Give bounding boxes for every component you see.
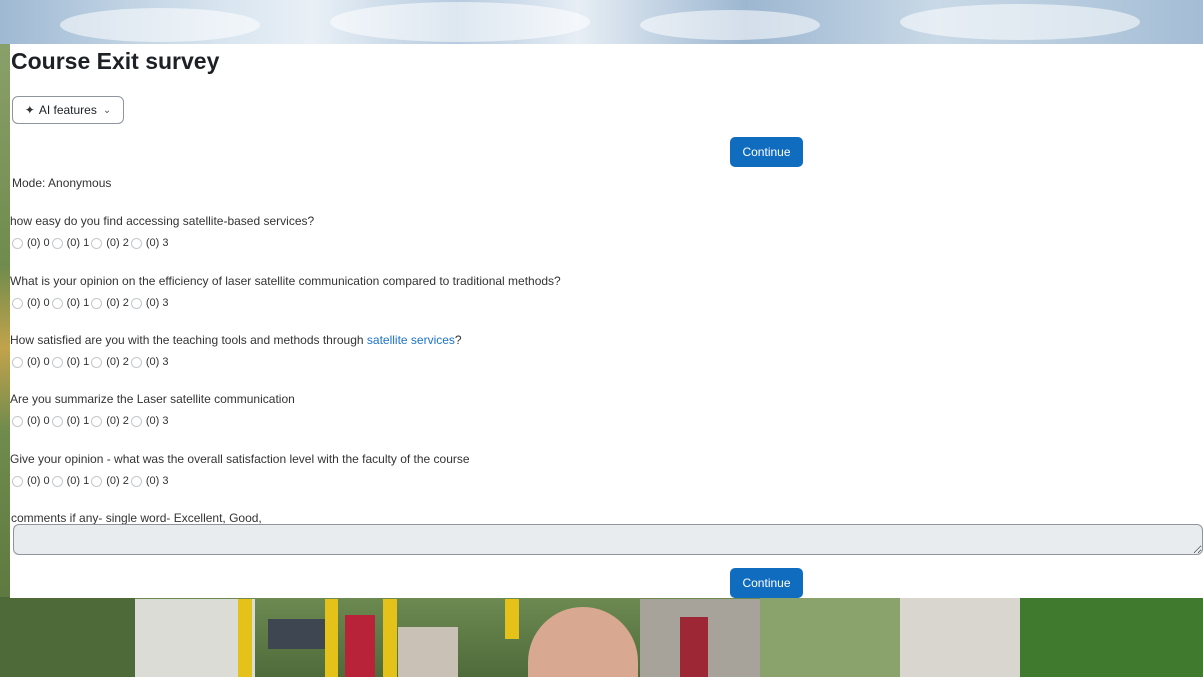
sparkle-icon: ✦ <box>24 103 35 117</box>
radio-button[interactable] <box>12 356 23 368</box>
option-label: (0) 2 <box>106 237 129 249</box>
page-title: Course Exit survey <box>11 48 220 74</box>
option-label: (0) 3 <box>145 356 169 368</box>
radio-button[interactable] <box>12 297 23 309</box>
rating-options: (0) 0 (0) 1 (0) 2 (0) 3 <box>10 237 314 249</box>
chevron-down-icon: ⌄ <box>102 104 112 116</box>
question-2: What is your opinion on the efficiency o… <box>10 274 561 309</box>
option-3[interactable]: (0) 3 <box>129 475 169 487</box>
option-label: (0) 1 <box>66 237 90 249</box>
question-text: What is your opinion on the efficiency o… <box>10 274 561 288</box>
option-1[interactable]: (0) 1 <box>50 356 90 368</box>
question-suffix: ? <box>454 333 462 347</box>
continue-button-bottom[interactable]: Continue <box>730 568 803 598</box>
question-3: How satisfied are you with the teaching … <box>10 333 462 368</box>
radio-button[interactable] <box>51 415 63 427</box>
radio-button[interactable] <box>130 297 142 309</box>
option-1[interactable]: (0) 1 <box>50 475 90 487</box>
option-1[interactable]: (0) 1 <box>50 297 90 309</box>
ai-features-dropdown[interactable]: ✦ AI features ⌄ <box>12 96 124 124</box>
option-label: (0) 2 <box>106 297 129 309</box>
question-1: how easy do you find accessing satellite… <box>10 214 314 249</box>
option-2[interactable]: (0) 2 <box>89 356 129 368</box>
option-0[interactable]: (0) 0 <box>10 475 50 487</box>
radio-button[interactable] <box>12 237 23 249</box>
rating-options: (0) 0 (0) 1 (0) 2 (0) 3 <box>10 356 462 368</box>
radio-button[interactable] <box>51 237 63 249</box>
radio-button[interactable] <box>130 237 142 249</box>
option-label: (0) 1 <box>66 297 90 309</box>
option-0[interactable]: (0) 0 <box>10 297 50 309</box>
radio-button[interactable] <box>91 237 103 249</box>
option-2[interactable]: (0) 2 <box>89 237 129 249</box>
radio-button[interactable] <box>12 415 23 427</box>
option-0[interactable]: (0) 0 <box>10 237 50 249</box>
option-label: (0) 0 <box>27 415 50 427</box>
radio-button[interactable] <box>130 356 142 368</box>
option-3[interactable]: (0) 3 <box>129 356 169 368</box>
option-1[interactable]: (0) 1 <box>50 415 90 427</box>
question-5: Give your opinion - what was the overall… <box>10 452 470 487</box>
option-label: (0) 2 <box>106 475 129 487</box>
radio-button[interactable] <box>12 475 23 487</box>
option-label: (0) 2 <box>106 356 129 368</box>
rating-options: (0) 0 (0) 1 (0) 2 (0) 3 <box>10 415 295 427</box>
radio-button[interactable] <box>91 297 103 309</box>
mode-text: Mode: Anonymous <box>12 176 112 190</box>
option-label: (0) 2 <box>106 415 129 427</box>
radio-button[interactable] <box>51 475 63 487</box>
radio-button[interactable] <box>130 415 142 427</box>
side-background-strip <box>0 44 10 597</box>
question-text-main: How satisfied are you with the teaching … <box>10 333 367 347</box>
option-label: (0) 3 <box>145 237 169 249</box>
option-label: (0) 3 <box>145 297 169 309</box>
option-3[interactable]: (0) 3 <box>129 415 169 427</box>
radio-button[interactable] <box>51 356 63 368</box>
option-1[interactable]: (0) 1 <box>50 237 90 249</box>
radio-button[interactable] <box>130 475 142 487</box>
option-label: (0) 1 <box>66 415 90 427</box>
option-label: (0) 3 <box>145 475 169 487</box>
satellite-services-link[interactable]: satellite services <box>367 333 455 347</box>
ai-features-label: AI features <box>38 103 97 117</box>
option-2[interactable]: (0) 2 <box>89 297 129 309</box>
question-text: Give your opinion - what was the overall… <box>10 452 470 466</box>
continue-button-top[interactable]: Continue <box>730 137 803 167</box>
option-2[interactable]: (0) 2 <box>89 475 129 487</box>
rating-options: (0) 0 (0) 1 (0) 2 (0) 3 <box>10 297 561 309</box>
rating-options: (0) 0 (0) 1 (0) 2 (0) 3 <box>10 475 470 487</box>
option-label: (0) 0 <box>27 475 50 487</box>
option-label: (0) 0 <box>27 297 50 309</box>
option-label: (0) 0 <box>27 356 50 368</box>
question-text: How satisfied are you with the teaching … <box>10 333 462 347</box>
question-text: Are you summarize the Laser satellite co… <box>10 392 295 406</box>
radio-button[interactable] <box>91 356 103 368</box>
option-3[interactable]: (0) 3 <box>129 297 169 309</box>
option-0[interactable]: (0) 0 <box>10 415 50 427</box>
option-0[interactable]: (0) 0 <box>10 356 50 368</box>
question-4: Are you summarize the Laser satellite co… <box>10 392 295 427</box>
question-text: how easy do you find accessing satellite… <box>10 214 315 228</box>
header-background-image <box>0 0 1203 44</box>
option-2[interactable]: (0) 2 <box>89 415 129 427</box>
main-content-panel: Course Exit survey ✦ AI features ⌄ Conti… <box>10 44 1203 598</box>
radio-button[interactable] <box>91 415 103 427</box>
radio-button[interactable] <box>91 475 103 487</box>
option-label: (0) 3 <box>145 415 169 427</box>
comments-textarea[interactable] <box>13 524 1203 555</box>
comments-label: comments if any- single word- Excellent,… <box>11 511 262 525</box>
option-label: (0) 0 <box>27 237 50 249</box>
option-label: (0) 1 <box>66 475 90 487</box>
campus-background-image <box>0 597 1203 677</box>
option-label: (0) 1 <box>66 356 90 368</box>
radio-button[interactable] <box>51 297 63 309</box>
option-3[interactable]: (0) 3 <box>129 237 169 249</box>
